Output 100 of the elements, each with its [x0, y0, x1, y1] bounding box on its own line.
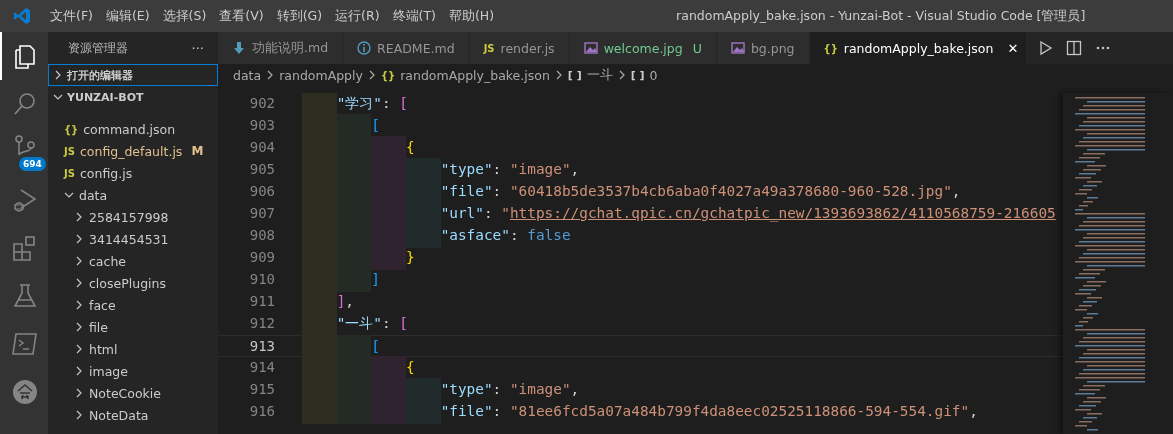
chevron-icon[interactable]: [74, 366, 84, 376]
code-line: "一斗": [: [336, 315, 408, 331]
chevron-icon[interactable]: [53, 92, 63, 102]
code-line: "type": "image",: [440, 161, 580, 177]
breadcrumb-separator-icon: [266, 70, 275, 80]
editor-tab[interactable]: README.md: [343, 32, 470, 64]
code-line: [: [371, 117, 380, 133]
json-file-icon: {}: [64, 123, 79, 135]
tree-item[interactable]: image: [48, 360, 218, 382]
tree-item[interactable]: 3414454531: [48, 228, 218, 250]
window-title: randomApply_bake.json - Yunzai-Bot - Visual Studio Code [管理员]: [676, 7, 1086, 25]
file-name: html: [89, 341, 118, 357]
breadcrumb-item[interactable]: randomApply_bake.json: [400, 67, 550, 83]
file-name: face: [89, 297, 116, 313]
editor-tab[interactable]: welcome.jpg U: [569, 32, 717, 64]
menu-item[interactable]: 文件(F): [44, 7, 100, 25]
chevron-icon[interactable]: [74, 278, 84, 288]
line-number: 913: [248, 337, 276, 356]
code-line: {: [405, 359, 415, 375]
editor-tab[interactable]: bg.png: [716, 32, 810, 64]
line-number: 904: [248, 138, 276, 157]
chevron-icon[interactable]: [53, 70, 63, 80]
more-button[interactable]: ···: [191, 40, 204, 56]
menu-item[interactable]: 选择(S): [156, 7, 214, 25]
line-number: 909: [248, 248, 276, 267]
tree-item[interactable]: JS config_default.js M: [48, 140, 218, 162]
file-name: NoteData: [89, 407, 149, 423]
file-name: command.json: [83, 121, 176, 137]
file-name: closePlugins: [89, 275, 166, 291]
file-name: NoteCookie: [89, 385, 161, 401]
section-label: 打开的编辑器: [67, 67, 133, 83]
chevron-icon[interactable]: [74, 388, 84, 398]
tree-item[interactable]: html: [48, 338, 218, 360]
file-name: file: [89, 319, 109, 335]
count-badge: 694: [19, 157, 46, 171]
close-icon[interactable]: ✕: [1007, 40, 1019, 56]
tree-item[interactable]: data: [48, 184, 218, 206]
menu-item[interactable]: 查看(V): [213, 7, 271, 25]
chevron-icon[interactable]: [74, 322, 84, 332]
code-line: "asface": false: [440, 227, 571, 243]
run-debug-icon[interactable]: [11, 186, 39, 214]
menu-item[interactable]: 帮助(H): [442, 7, 502, 25]
run-icon[interactable]: [1037, 40, 1054, 56]
info-icon: [357, 41, 372, 55]
chevron-icon[interactable]: [74, 212, 84, 222]
image-icon: [583, 41, 598, 55]
breadcrumb-item[interactable]: 0: [649, 67, 658, 83]
tree-item[interactable]: file: [48, 316, 218, 338]
line-number: 907: [248, 204, 276, 223]
terminal-icon[interactable]: [11, 330, 39, 358]
chevron-icon[interactable]: [74, 344, 84, 354]
code-line: "type": "image",: [440, 381, 580, 397]
tree-item[interactable]: NoteCookie: [48, 382, 218, 404]
chevron-icon[interactable]: [74, 300, 84, 310]
code-line: ],: [336, 293, 354, 309]
file-name: config.js: [79, 165, 133, 181]
chevron-icon[interactable]: [64, 190, 74, 200]
breadcrumb-item[interactable]: randomApply: [279, 67, 363, 83]
editor-tab[interactable]: {} randomApply_bake.json ✕: [809, 32, 1028, 64]
chevron-icon[interactable]: [74, 234, 84, 244]
chevron-icon[interactable]: [74, 410, 84, 420]
code-line: "学习": [: [336, 95, 408, 111]
testing-icon[interactable]: [11, 282, 39, 310]
tree-item[interactable]: {} command.json: [48, 118, 218, 140]
selection-indicator: [0, 32, 2, 80]
line-number: 912: [248, 314, 276, 333]
tab-label: randomApply_bake.json: [843, 40, 994, 56]
menu-item[interactable]: 运行(R): [329, 7, 387, 25]
line-number: 914: [248, 358, 276, 377]
editor-tab[interactable]: JS render.js: [469, 32, 570, 64]
editor-tab[interactable]: 功能说明.md: [218, 32, 344, 64]
breadcrumb-item[interactable]: data: [233, 67, 262, 83]
section-header[interactable]: YUNZAI-BOT: [48, 86, 218, 108]
code-line: }: [405, 249, 415, 265]
file-name: cache: [89, 253, 127, 269]
tree-item[interactable]: 2584157998: [48, 206, 218, 228]
json-file-icon: {}: [380, 69, 396, 81]
status-letter: M: [191, 144, 204, 158]
breadcrumb-item[interactable]: 一斗: [586, 66, 613, 84]
split-editor-icon[interactable]: [1066, 40, 1083, 56]
line-number: 910: [248, 270, 276, 289]
download-arrow-icon: [232, 41, 246, 55]
tree-item[interactable]: NoteData: [48, 404, 218, 426]
menu-item[interactable]: 编辑(E): [99, 7, 157, 25]
breadcrumb-separator-icon: [617, 70, 626, 80]
breadcrumb-separator-icon: [367, 70, 376, 80]
js-file-icon: JS: [64, 145, 75, 157]
tree-item[interactable]: JS config.js: [48, 162, 218, 184]
tab-label: 功能说明.md: [252, 39, 329, 57]
section-header[interactable]: 打开的编辑器: [48, 64, 218, 86]
tab-label: README.md: [377, 40, 455, 56]
tree-item[interactable]: cache: [48, 250, 218, 272]
menu-item[interactable]: 转到(G): [270, 7, 330, 25]
tab-label: bg.png: [750, 40, 795, 56]
extension-round-icon[interactable]: [11, 378, 39, 406]
line-number: 905: [248, 160, 276, 179]
tree-item[interactable]: face: [48, 294, 218, 316]
tree-item[interactable]: closePlugins: [48, 272, 218, 294]
menu-item[interactable]: 终端(T): [386, 7, 443, 25]
chevron-icon[interactable]: [74, 256, 84, 266]
